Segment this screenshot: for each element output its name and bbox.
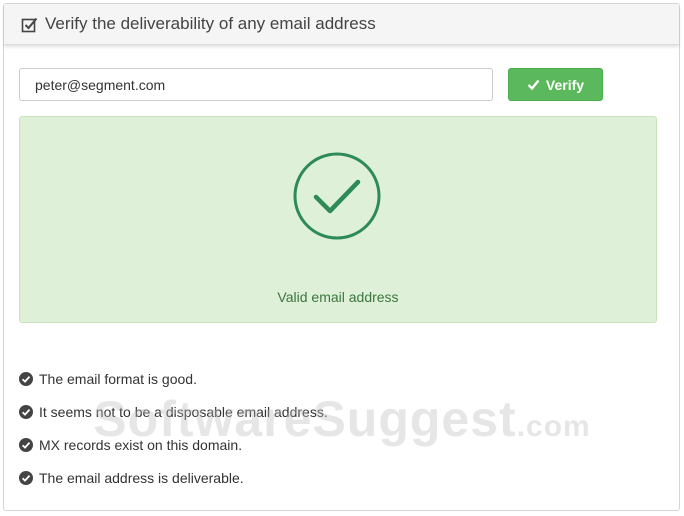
check-icon	[527, 79, 540, 91]
check-circle-icon	[293, 152, 381, 240]
check-text: The email format is good.	[39, 370, 197, 387]
verify-button[interactable]: Verify	[508, 68, 603, 101]
list-item: The email address is deliverable.	[19, 461, 328, 494]
list-item: The email format is good.	[19, 362, 328, 395]
verify-button-label: Verify	[545, 76, 585, 93]
panel-header: Verify the deliverability of any email a…	[4, 4, 679, 45]
list-item: It seems not to be a disposable email ad…	[19, 395, 328, 428]
list-item: MX records exist on this domain.	[19, 428, 328, 461]
check-text: It seems not to be a disposable email ad…	[39, 403, 328, 420]
result-message: Valid email address	[277, 289, 399, 305]
checkbox-icon	[21, 17, 38, 32]
check-circle-icon	[19, 437, 33, 452]
result-box: Valid email address	[19, 116, 657, 323]
email-input[interactable]	[19, 68, 493, 101]
check-list: The email format is good. It seems not t…	[19, 362, 328, 494]
page-title: Verify the deliverability of any email a…	[45, 14, 376, 33]
check-circle-icon	[19, 470, 33, 485]
check-text: The email address is deliverable.	[39, 469, 244, 486]
check-circle-icon	[19, 404, 33, 419]
check-text: MX records exist on this domain.	[39, 436, 243, 453]
check-circle-icon	[19, 371, 33, 386]
